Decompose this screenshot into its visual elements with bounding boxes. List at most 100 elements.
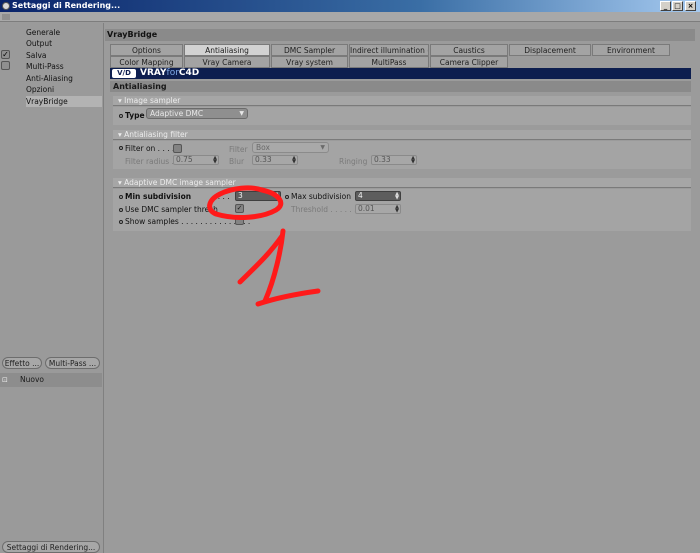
- tab-options[interactable]: Options: [110, 44, 183, 56]
- vray-banner: V∕D VRAYforC4D: [110, 68, 691, 79]
- filter-on-label: Filter on . . . .: [125, 144, 175, 153]
- filter-dropdown[interactable]: Box ▼: [252, 142, 329, 153]
- vray-logo: V∕D: [112, 69, 136, 78]
- threshold-value: 0.01: [358, 204, 375, 213]
- show-samples-checkbox[interactable]: [235, 216, 244, 225]
- salva-checkbox[interactable]: ✓: [1, 50, 10, 59]
- bullet-icon: [285, 195, 289, 199]
- type-label: Type: [125, 111, 145, 120]
- filter-radius-label: Filter radius . .: [125, 157, 179, 166]
- group-title: Adaptive DMC image sampler: [124, 178, 236, 187]
- group-title: Image sampler: [124, 96, 181, 105]
- antialiasing-title: Antialiasing: [110, 81, 691, 92]
- sidebar-item-output[interactable]: Output: [26, 38, 102, 49]
- sidebar-item-salva[interactable]: Salva: [26, 50, 102, 61]
- grip-icon: [2, 14, 10, 20]
- tab-displacement[interactable]: Displacement: [509, 44, 591, 56]
- close-button[interactable]: ×: [685, 1, 696, 11]
- threshold-label: Threshold . . . . . . .: [291, 205, 362, 214]
- bullet-icon: [119, 146, 123, 150]
- sidebar-item-vraybridge[interactable]: VrayBridge: [26, 96, 102, 107]
- max-subdivision-label: Max subdivision: [291, 192, 352, 201]
- filter-label: Filter: [229, 145, 248, 154]
- sidebar-item-anti-aliasing[interactable]: Anti-Aliasing: [26, 73, 102, 84]
- bullet-icon: [119, 195, 123, 199]
- min-subdivision-value: 3: [238, 191, 243, 200]
- sidebar-item-label: Multi-Pass: [26, 62, 64, 71]
- use-dmc-threshold-label: Use DMC sampler thresh: [125, 205, 218, 214]
- group-title: Antialiasing filter: [124, 130, 188, 139]
- sidebar-item-label: VrayBridge: [26, 97, 68, 106]
- blur-value: 0.33: [255, 155, 272, 164]
- list-item[interactable]: Nuovo: [20, 375, 44, 384]
- max-subdivision-value: 4: [358, 191, 363, 200]
- maximize-button[interactable]: □: [672, 1, 683, 11]
- menu-bar: [0, 12, 700, 22]
- dmc-sampler-group: Min subdivision . . . . 3 ▲ ▼ Max subdivis…: [113, 189, 691, 231]
- minimize-button[interactable]: _: [660, 1, 671, 11]
- image-sampler-group: Type Adaptive DMC ▼: [113, 107, 691, 125]
- bullet-icon: [119, 114, 123, 118]
- filter-value: Box: [256, 143, 270, 152]
- tab-multipass[interactable]: MultiPass: [349, 56, 429, 68]
- dmc-sampler-group-header[interactable]: ▾ Adaptive DMC image sampler: [113, 178, 691, 188]
- tab-caustics[interactable]: Caustics: [430, 44, 508, 56]
- tab-vray-system[interactable]: Vray system: [271, 56, 348, 68]
- render-settings-button[interactable]: Settaggi di Rendering...: [2, 541, 100, 553]
- filter-radius-field[interactable]: 0.75 ▲ ▼: [173, 155, 219, 165]
- bullet-icon: [119, 208, 123, 212]
- brand-for: for: [166, 68, 179, 78]
- sidebar-item-label: Generale: [26, 28, 61, 37]
- list-item-icon: ⊡: [2, 376, 8, 384]
- ringing-value: 0.33: [374, 155, 391, 164]
- sidebar-item-multipass[interactable]: Multi-Pass: [26, 61, 102, 72]
- spinner-icon[interactable]: ▲ ▼: [292, 156, 296, 165]
- effect-list: ⊡ Nuovo: [0, 373, 102, 387]
- tab-environment[interactable]: Environment: [592, 44, 670, 56]
- tab-vray-camera[interactable]: Vray Camera: [184, 56, 270, 68]
- min-subdivision-field[interactable]: 3 ▲ ▼: [235, 191, 281, 201]
- sidebar-item-opzioni[interactable]: Opzioni: [26, 84, 102, 95]
- type-dropdown[interactable]: Adaptive DMC ▼: [146, 108, 248, 119]
- tab-camera-clipper[interactable]: Camera Clipper: [430, 56, 508, 68]
- image-sampler-group-header[interactable]: ▾ Image sampler: [113, 96, 691, 106]
- tab-antialiasing[interactable]: Antialiasing: [184, 44, 270, 56]
- filter-radius-value: 0.75: [176, 155, 193, 164]
- section-header: VrayBridge: [105, 29, 695, 41]
- aa-filter-group-header[interactable]: ▾ Antialiasing filter: [113, 130, 691, 140]
- chevron-down-icon: ▼: [320, 144, 325, 151]
- min-subdivision-dots: . . . .: [213, 192, 230, 201]
- filter-on-checkbox[interactable]: [173, 144, 182, 153]
- blur-field[interactable]: 0.33 ▲ ▼: [252, 155, 298, 165]
- app-icon: [2, 2, 10, 10]
- ringing-field[interactable]: 0.33 ▲ ▼: [371, 155, 417, 165]
- aa-filter-group: Filter on . . . . Filter Box ▼ Filter ra…: [113, 141, 691, 169]
- spinner-icon[interactable]: ▲ ▼: [213, 156, 217, 165]
- use-dmc-threshold-checkbox[interactable]: ✓: [235, 204, 244, 213]
- sidebar-item-generale[interactable]: Generale: [26, 27, 102, 38]
- show-samples-label: Show samples . . . . . . . . . . . . . .…: [125, 217, 251, 226]
- spinner-icon[interactable]: ▲ ▼: [275, 192, 279, 201]
- multipass-checkbox[interactable]: [1, 61, 10, 70]
- max-subdivision-field[interactable]: 4 ▲ ▼: [355, 191, 401, 201]
- sidebar-item-label: Output: [26, 39, 53, 48]
- spinner-icon[interactable]: ▲ ▼: [395, 205, 399, 214]
- sidebar-item-label: Salva: [26, 51, 47, 60]
- chevron-down-icon: ▼: [239, 110, 244, 117]
- effect-button[interactable]: Effetto ...: [2, 357, 42, 369]
- tab-indirect-illumination[interactable]: Indirect illumination (GI): [349, 44, 429, 56]
- brand-c4d: C4D: [178, 68, 200, 78]
- type-value: Adaptive DMC: [150, 109, 204, 118]
- tab-dmc-sampler[interactable]: DMC Sampler: [271, 44, 348, 56]
- multipass-button[interactable]: Multi-Pass ...: [45, 357, 100, 369]
- threshold-field[interactable]: 0.01 ▲ ▼: [355, 204, 401, 214]
- bullet-icon: [119, 220, 123, 224]
- brand-vray: VRAY: [140, 68, 167, 78]
- window-title: Settaggi di Rendering...: [12, 1, 121, 10]
- sidebar-item-label: Anti-Aliasing: [26, 74, 73, 83]
- blur-label: Blur: [229, 157, 245, 166]
- sidebar-item-label: Opzioni: [26, 85, 55, 94]
- spinner-icon[interactable]: ▲ ▼: [411, 156, 415, 165]
- tab-color-mapping[interactable]: Color Mapping: [110, 56, 183, 68]
- spinner-icon[interactable]: ▲ ▼: [395, 192, 399, 201]
